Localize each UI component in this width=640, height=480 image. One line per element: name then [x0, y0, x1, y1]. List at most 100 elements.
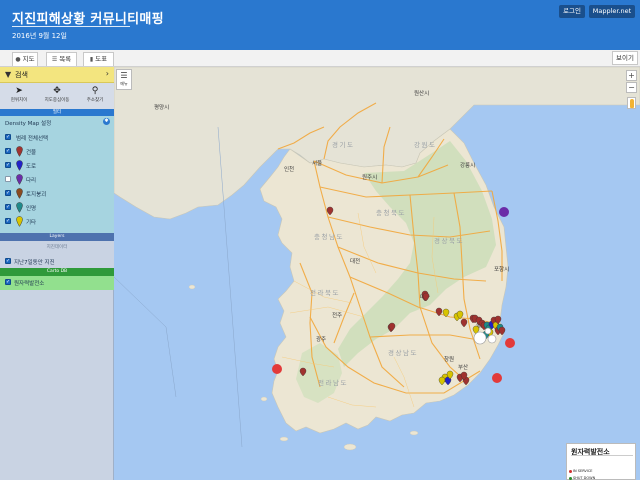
map-center-button[interactable]: ✥ 지도중심이동: [38, 85, 76, 107]
carto-item-label: 원자력발전소: [14, 281, 45, 287]
legend-item-shut-down: SHUT DOWN: [573, 476, 596, 480]
address-search-label: 주소찾기: [86, 98, 104, 103]
zoom-in-button[interactable]: +: [626, 70, 637, 81]
legend-divider: [571, 455, 633, 456]
hamburger-icon: ☰: [120, 71, 128, 80]
category-item[interactable]: ✓ 건물: [0, 145, 114, 158]
app-title: 지진피해상황 커뮤니티매핑: [12, 12, 164, 27]
marker-cluster[interactable]: [473, 331, 487, 345]
sea-route: [114, 276, 177, 398]
category-pin-icon: [16, 188, 23, 199]
show-button[interactable]: 보이기: [612, 51, 638, 65]
current-location-button[interactable]: ➤ 현위치이: [0, 85, 38, 107]
legend-dot-in-service: [569, 470, 572, 473]
map-label-province: 충청남도: [314, 232, 344, 241]
chevron-right-icon: ›: [105, 69, 109, 78]
category-item[interactable]: 다리: [0, 173, 114, 186]
island-west: [188, 284, 196, 290]
island-southwest: [260, 396, 268, 402]
search-toggle[interactable]: ▼ 검색 ›: [0, 67, 114, 83]
login-button[interactable]: 로그인: [559, 5, 585, 18]
marker-cluster[interactable]: [484, 327, 492, 335]
map-label-province: 경상북도: [434, 236, 464, 245]
title-underline: [12, 26, 130, 27]
location-tools: ➤ 현위치이 ✥ 지도중심이동 ⚲ 주소찾기: [0, 83, 114, 109]
density-map-setting[interactable]: Density Map 설정 ✱: [0, 116, 114, 129]
nuclear-plant-marker[interactable]: [505, 338, 515, 348]
category-checkbox[interactable]: ✓: [5, 134, 11, 140]
category-pin-icon: [16, 202, 23, 213]
category-item[interactable]: ✓ 인명: [0, 201, 114, 214]
map-menu-label: 메뉴: [120, 81, 128, 86]
category-label: 인명: [26, 206, 37, 212]
category-checkbox[interactable]: ✓: [5, 148, 11, 154]
nuclear-plant-marker[interactable]: [492, 373, 502, 383]
current-location-label: 현위치이: [10, 98, 28, 103]
layers-subheading: 지진데이터: [0, 241, 114, 255]
map-canvas[interactable]: 평양시원산시서울인천경기도강원도충청북도충청남도대전경상북도전라북도대구광주울산…: [114, 67, 640, 480]
map-label-city: 서울: [312, 159, 322, 167]
layer-item-nuclear-plants[interactable]: ✓ 원자력발전소: [0, 276, 114, 290]
app-header: 지진피해상황 커뮤니티매핑 2016년 9월 12일 로그인 Mappler.n…: [0, 0, 640, 50]
tab-chart[interactable]: ▮ 도표: [83, 52, 114, 66]
layer-checkbox[interactable]: ✓: [5, 258, 11, 264]
map-label-city: 원주시: [362, 173, 377, 181]
map-label-city: 창원: [444, 355, 454, 363]
map-marker-icon: ●: [15, 56, 21, 63]
category-label: 토지붕괴: [26, 192, 47, 198]
tab-chart-label: 도표: [95, 55, 108, 63]
island-south: [343, 443, 357, 451]
map-label-city: 원산시: [414, 89, 429, 97]
map-label-city: 포항시: [494, 265, 509, 273]
zoom-out-button[interactable]: −: [626, 82, 637, 93]
map-label-city: 인천: [284, 165, 294, 173]
category-checkbox[interactable]: [5, 176, 11, 182]
tab-map[interactable]: ● 지도: [12, 52, 38, 66]
gear-icon[interactable]: ✱: [103, 118, 110, 125]
map-label-city: 강릉시: [460, 162, 475, 169]
filter-section-header: 필터: [0, 109, 114, 116]
filter-sidebar: ▼ 검색 › ➤ 현위치이 ✥ 지도중심이동 ⚲ 주소찾기 필터 Density…: [0, 67, 114, 480]
category-checkbox[interactable]: ✓: [5, 162, 11, 168]
map-menu-button[interactable]: ☰ 메뉴: [116, 69, 132, 90]
category-checkbox[interactable]: ✓: [5, 204, 11, 210]
map-label-province: 경기도: [332, 140, 354, 149]
locate-arrow-icon: ➤: [15, 86, 23, 96]
filter-icon: ▼: [5, 70, 12, 79]
category-label: 기타: [26, 220, 37, 226]
korea-map[interactable]: 평양시원산시서울인천경기도강원도충청북도충청남도대전경상북도전라북도대구광주울산…: [114, 67, 640, 480]
map-label-province: 전라북도: [310, 288, 340, 297]
category-label: 건물: [26, 150, 37, 156]
category-pin-icon: [16, 216, 23, 227]
category-checkbox[interactable]: ✓: [5, 190, 11, 196]
search-label: 검색: [15, 71, 28, 79]
category-item[interactable]: ✓ 기타: [0, 215, 114, 228]
list-icon: ☰: [51, 56, 58, 63]
bar-chart-icon: ▮: [89, 56, 94, 63]
category-pin-icon: [16, 174, 23, 185]
tab-map-label: 지도: [22, 55, 35, 63]
street-view-pegman-icon[interactable]: [627, 97, 636, 109]
category-label: 도로: [26, 164, 37, 170]
marker-cluster[interactable]: [487, 334, 497, 344]
category-item[interactable]: ✓ 도로: [0, 159, 114, 172]
map-label-province: 전라남도: [318, 378, 348, 387]
tab-list[interactable]: ☰ 목록: [46, 52, 77, 66]
island-south-2: [279, 436, 289, 442]
magnifier-icon: ⚲: [91, 86, 99, 96]
mappler-link[interactable]: Mappler.net: [589, 5, 635, 18]
nuclear-plant-marker[interactable]: [272, 364, 282, 374]
category-list: ✓ 범례 전체선택 ✓ 건물 ✓ 도로 다리 ✓ 토지붕괴 ✓ 인명 ✓ 기타: [0, 129, 114, 233]
address-search-button[interactable]: ⚲ 주소찾기: [76, 85, 114, 107]
category-checkbox[interactable]: ✓: [5, 218, 11, 224]
map-label-province: 경상남도: [388, 348, 418, 357]
layer-item-recent-quakes[interactable]: ✓ 지난7일동안 지진: [0, 255, 114, 268]
map-label-city: 부산: [458, 363, 468, 371]
nuclear-plant-marker[interactable]: [499, 207, 509, 217]
category-item[interactable]: ✓ 범례 전체선택: [0, 131, 114, 144]
map-label-province: 강원도: [414, 140, 436, 149]
category-item[interactable]: ✓ 토지붕괴: [0, 187, 114, 200]
crosshair-icon: ✥: [53, 86, 61, 96]
carto-checkbox[interactable]: ✓: [5, 279, 11, 285]
map-label-province: 충청북도: [376, 208, 406, 217]
